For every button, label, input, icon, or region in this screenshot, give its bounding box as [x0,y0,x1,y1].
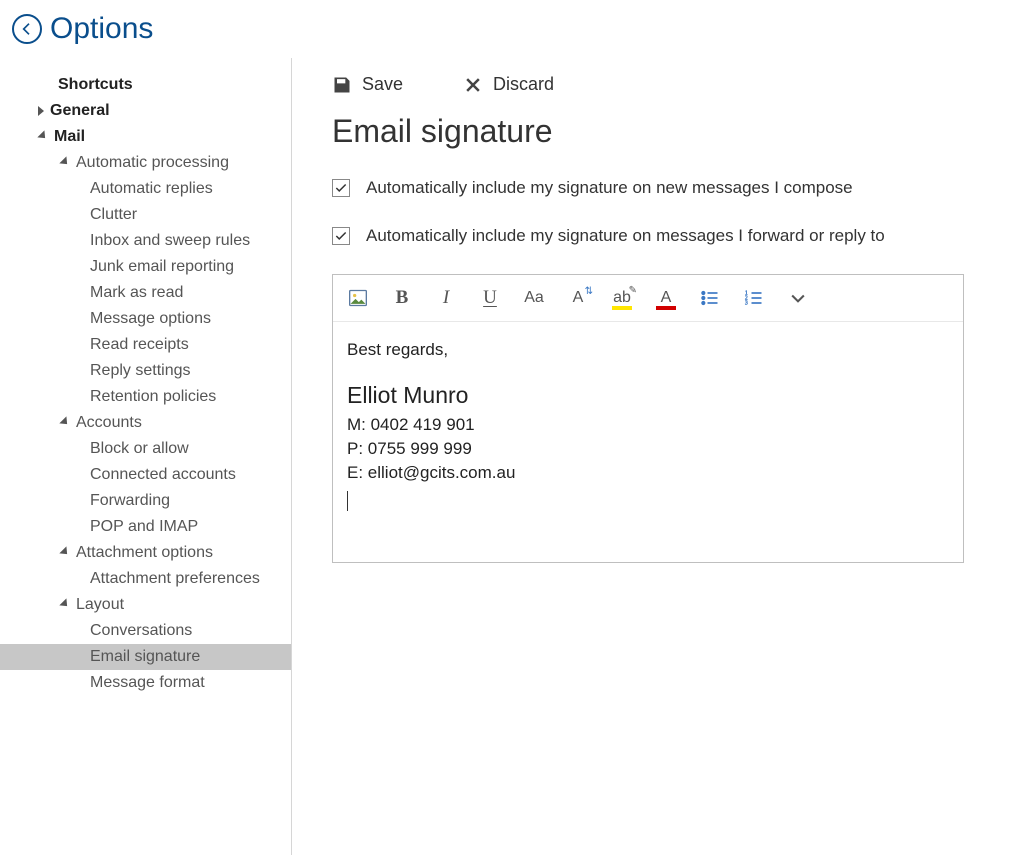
page-title: Email signature [332,113,1020,150]
sidebar-item-general[interactable]: General [0,98,291,124]
sidebar-item-connected-accounts[interactable]: Connected accounts [0,462,291,488]
arrow-left-icon [19,21,35,37]
updown-icon: ⇅ [585,286,593,297]
sidebar-label-attachopts: Attachment options [76,544,213,561]
checkbox-row-new-messages: Automatically include my signature on ne… [332,178,1020,198]
text-cursor [347,491,348,511]
signature-email: E: elliot@gcits.com.au [347,463,949,483]
save-label: Save [362,74,403,95]
save-icon [332,75,352,95]
bullet-list-icon [700,288,720,308]
sidebar-item-accounts[interactable]: Accounts [0,410,291,436]
sidebar-item-clutter[interactable]: Clutter [0,202,291,228]
sidebar-item-message-format[interactable]: Message format [0,670,291,696]
main-split: Shortcuts General Mail Automatic process… [0,58,1030,855]
font-style-label: A [573,289,584,307]
signature-textarea[interactable]: Best regards, Elliot Munro M: 0402 419 9… [333,322,963,562]
signature-phone: P: 0755 999 999 [347,439,949,459]
more-formatting-button[interactable] [787,287,809,309]
page-header-title: Options [50,12,153,46]
signature-name: Elliot Munro [347,382,949,409]
sidebar-item-attachment-options[interactable]: Attachment options [0,540,291,566]
action-bar: Save Discard [332,62,1020,113]
svg-text:3: 3 [745,301,748,307]
sidebar-item-mark-as-read[interactable]: Mark as read [0,280,291,306]
italic-button[interactable]: I [435,287,457,309]
content-panel: Save Discard Email signature Automatical… [292,58,1030,855]
numbered-list-icon: 123 [744,288,764,308]
chevron-down-icon [788,288,808,308]
sidebar-item-automatic-replies[interactable]: Automatic replies [0,176,291,202]
signature-greeting: Best regards, [347,340,949,360]
sidebar-label-general: General [50,102,110,119]
discard-label: Discard [493,74,554,95]
sidebar-item-reply-settings[interactable]: Reply settings [0,358,291,384]
page-header: Options [0,0,1030,58]
sidebar-label-accounts: Accounts [76,414,142,431]
discard-button[interactable]: Discard [463,74,554,95]
sidebar-item-automatic-processing[interactable]: Automatic processing [0,150,291,176]
sidebar-item-layout[interactable]: Layout [0,592,291,618]
checkbox-include-reply[interactable] [332,227,350,245]
checkbox-include-new[interactable] [332,179,350,197]
sidebar-item-shortcuts[interactable]: Shortcuts [0,72,291,98]
font-color-button[interactable]: A [655,287,677,309]
signature-mobile: M: 0402 419 901 [347,415,949,435]
back-button[interactable] [12,14,42,44]
checkbox-row-forward-reply: Automatically include my signature on me… [332,226,1020,246]
sidebar-item-block-or-allow[interactable]: Block or allow [0,436,291,462]
sidebar-item-email-signature[interactable]: Email signature [0,644,291,670]
sidebar: Shortcuts General Mail Automatic process… [0,58,292,855]
sidebar-label-autoproc: Automatic processing [76,154,229,171]
pencil-icon: ✎ [629,285,637,296]
image-icon [348,288,368,308]
sidebar-item-forwarding[interactable]: Forwarding [0,488,291,514]
sidebar-label-mail: Mail [54,128,85,145]
editor-toolbar: B I U Aa A⇅ ab✎ A 123 [333,275,963,322]
font-style-button[interactable]: A⇅ [567,287,589,309]
sidebar-item-read-receipts[interactable]: Read receipts [0,332,291,358]
signature-editor: B I U Aa A⇅ ab✎ A 123 Best regards, [332,274,964,563]
font-size-button[interactable]: Aa [523,287,545,309]
sidebar-item-mail[interactable]: Mail [0,124,291,150]
underline-button[interactable]: U [479,287,501,309]
bullet-list-button[interactable] [699,287,721,309]
sidebar-item-retention-policies[interactable]: Retention policies [0,384,291,410]
checkmark-icon [334,229,348,243]
close-icon [463,75,483,95]
sidebar-item-inbox-rules[interactable]: Inbox and sweep rules [0,228,291,254]
checkmark-icon [334,181,348,195]
sidebar-item-junk-reporting[interactable]: Junk email reporting [0,254,291,280]
numbered-list-button[interactable]: 123 [743,287,765,309]
highlight-button[interactable]: ab✎ [611,287,633,309]
sidebar-item-attachment-preferences[interactable]: Attachment preferences [0,566,291,592]
checkbox-label-new: Automatically include my signature on ne… [366,178,853,198]
save-button[interactable]: Save [332,74,403,95]
sidebar-item-conversations[interactable]: Conversations [0,618,291,644]
sidebar-item-message-options[interactable]: Message options [0,306,291,332]
checkbox-label-reply: Automatically include my signature on me… [366,226,885,246]
sidebar-item-pop-imap[interactable]: POP and IMAP [0,514,291,540]
font-color-label: A [661,289,672,307]
insert-image-button[interactable] [347,287,369,309]
sidebar-label-layout: Layout [76,596,124,613]
bold-button[interactable]: B [391,287,413,309]
